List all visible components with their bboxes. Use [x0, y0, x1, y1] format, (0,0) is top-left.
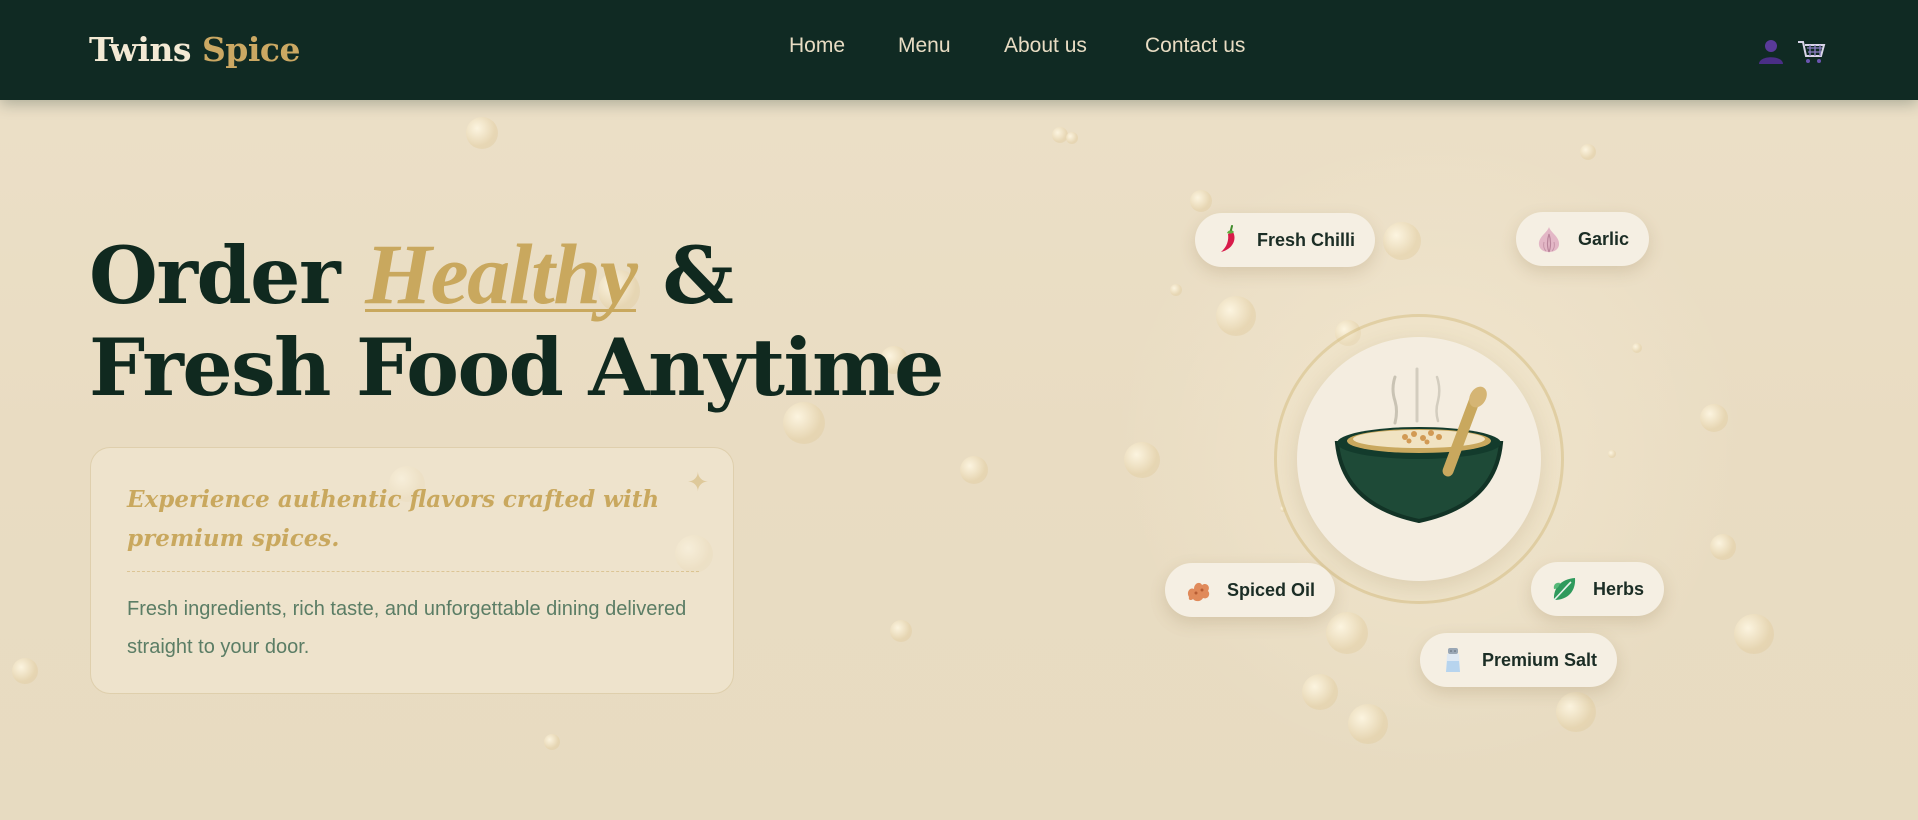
hero-title-accent: Healthy [365, 226, 638, 322]
chip-label: Fresh Chilli [1257, 229, 1356, 250]
user-icon[interactable] [1756, 36, 1786, 66]
nav-link-about[interactable]: About us [1004, 34, 1087, 58]
brand-logo[interactable]: Twins Spice [89, 30, 300, 69]
hero-title-ampersand: & [662, 229, 733, 322]
nav-link-home[interactable]: Home [789, 34, 845, 58]
hero-info-card: ✦ Experience authentic flavors crafted w… [90, 447, 734, 694]
ingredient-chip-premium-salt[interactable]: Premium Salt [1420, 633, 1618, 687]
chilli-icon [1221, 225, 1235, 252]
salt-shaker-icon [1446, 648, 1460, 672]
brand-name-second: Spice [201, 30, 301, 69]
divider [127, 571, 699, 572]
hero-tagline: Experience authentic flavors crafted wit… [127, 486, 660, 552]
ingredient-chip-garlic[interactable]: Garlic [1516, 212, 1650, 266]
herb-leaf-icon [1553, 578, 1576, 601]
ingredient-chip-herbs[interactable]: Herbs [1531, 562, 1665, 616]
nav-link-contact[interactable]: Contact us [1145, 34, 1245, 58]
chip-label: Spiced Oil [1227, 579, 1316, 600]
chip-label: Garlic [1578, 228, 1630, 249]
hero-title-prefix: Order [89, 229, 341, 322]
ingredient-chip-spiced-oil[interactable]: Spiced Oil [1165, 563, 1336, 617]
brand-name-first: Twins [89, 30, 191, 69]
chip-label: Herbs [1593, 578, 1645, 599]
cart-icon[interactable] [1796, 36, 1826, 66]
sparkle-icon: ✦ [687, 468, 709, 498]
hero-title-line2: Fresh Food Anytime [89, 321, 944, 414]
garlic-icon [1538, 227, 1560, 253]
hero-description: Fresh ingredients, rich taste, and unfor… [127, 598, 687, 658]
nav-actions [1756, 36, 1826, 66]
ginger-icon [1187, 582, 1210, 602]
soup-bowl-icon [1334, 367, 1504, 524]
chip-label: Premium Salt [1482, 649, 1598, 670]
nav-link-menu[interactable]: Menu [898, 34, 951, 58]
navbar: Twins Spice Home Menu About us Contact u… [0, 0, 1918, 100]
ingredient-chip-fresh-chilli[interactable]: Fresh Chilli [1195, 213, 1376, 267]
hero-title: Order Healthy & Fresh Food Anytime [89, 226, 944, 414]
